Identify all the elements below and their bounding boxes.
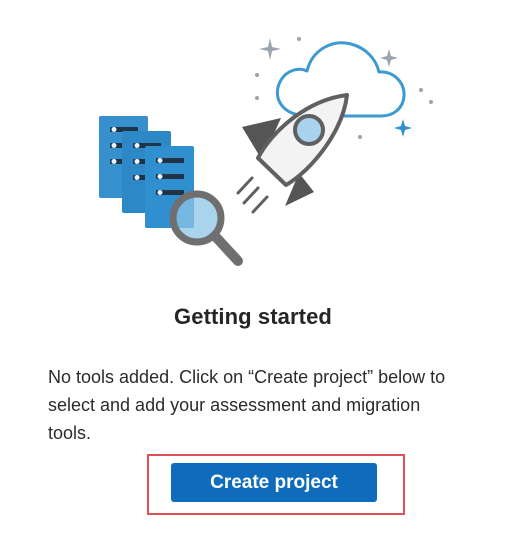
magnifier-icon	[169, 190, 243, 266]
create-project-button[interactable]: Create project	[171, 463, 377, 502]
getting-started-illustration	[99, 37, 433, 266]
sparkle-icon	[255, 37, 433, 139]
page-title: Getting started	[174, 304, 332, 329]
empty-state-description: No tools added. Click on “Create project…	[48, 367, 446, 443]
